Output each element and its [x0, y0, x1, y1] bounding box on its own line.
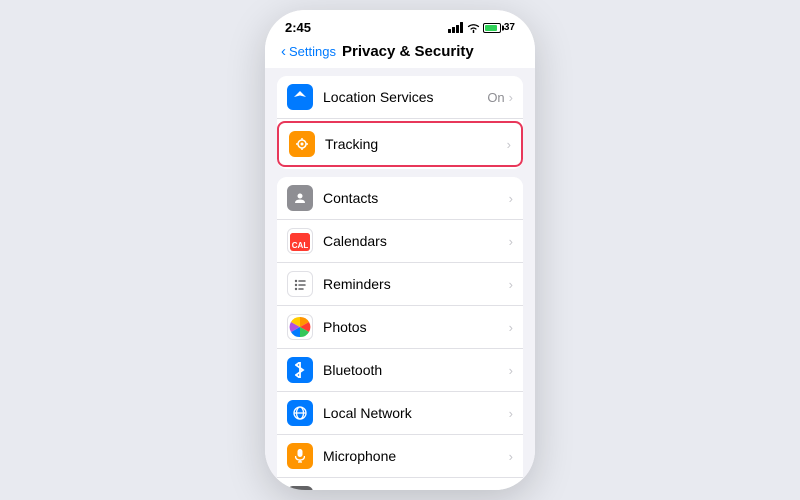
wifi-icon	[467, 23, 480, 33]
reminders-item[interactable]: Reminders ›	[277, 263, 523, 306]
permissions-section: Contacts › CAL Calendars ›	[277, 177, 523, 490]
location-icon	[287, 84, 313, 110]
calendars-item[interactable]: CAL Calendars ›	[277, 220, 523, 263]
contacts-item[interactable]: Contacts ›	[277, 177, 523, 220]
location-services-item[interactable]: Location Services On ›	[277, 76, 523, 119]
status-bar: 2:45 37	[265, 10, 535, 39]
photos-item[interactable]: Photos ›	[277, 306, 523, 349]
chevron-icon: ›	[509, 320, 513, 335]
chevron-icon: ›	[509, 191, 513, 206]
chevron-icon: ›	[509, 363, 513, 378]
speech-recognition-item[interactable]: Speech Recognition ›	[277, 478, 523, 490]
back-label: Settings	[289, 44, 336, 59]
signal-icon	[448, 22, 464, 33]
photos-label: Photos	[323, 319, 507, 335]
status-icons: 37	[448, 22, 515, 33]
bluetooth-label: Bluetooth	[323, 362, 507, 378]
tracking-icon	[289, 131, 315, 157]
chevron-icon: ›	[509, 449, 513, 464]
photos-icon	[287, 314, 313, 340]
local-network-label: Local Network	[323, 405, 507, 421]
settings-content: Location Services On › Tracking	[265, 68, 535, 490]
chevron-icon: ›	[509, 406, 513, 421]
reminders-label: Reminders	[323, 276, 507, 292]
battery-percent: 37	[504, 22, 515, 33]
bluetooth-icon	[287, 357, 313, 383]
phone-frame: 2:45 37 ‹ Settings	[265, 10, 535, 490]
reminders-icon	[287, 271, 313, 297]
tracking-item[interactable]: Tracking ›	[277, 121, 523, 167]
back-arrow-icon: ‹	[281, 43, 286, 60]
svg-text:CAL: CAL	[292, 241, 309, 250]
location-services-value: On	[487, 90, 504, 105]
chevron-icon: ›	[509, 90, 513, 105]
chevron-icon: ›	[509, 234, 513, 249]
chevron-icon: ›	[507, 137, 511, 152]
back-button[interactable]: ‹ Settings	[281, 43, 336, 60]
contacts-label: Contacts	[323, 190, 507, 206]
page-title: Privacy & Security	[342, 43, 474, 60]
nav-bar: ‹ Settings Privacy & Security	[265, 39, 535, 68]
calendars-label: Calendars	[323, 233, 507, 249]
top-section: Location Services On › Tracking	[277, 76, 523, 169]
calendars-icon: CAL	[287, 228, 313, 254]
battery-icon	[483, 23, 501, 33]
contacts-icon	[287, 185, 313, 211]
bluetooth-item[interactable]: Bluetooth ›	[277, 349, 523, 392]
speech-recognition-icon	[287, 486, 313, 490]
microphone-item[interactable]: Microphone ›	[277, 435, 523, 478]
microphone-icon	[287, 443, 313, 469]
status-time: 2:45	[285, 20, 311, 35]
local-network-item[interactable]: Local Network ›	[277, 392, 523, 435]
chevron-icon: ›	[509, 277, 513, 292]
location-services-label: Location Services	[323, 89, 487, 105]
local-network-icon	[287, 400, 313, 426]
microphone-label: Microphone	[323, 448, 507, 464]
tracking-label: Tracking	[325, 136, 505, 152]
